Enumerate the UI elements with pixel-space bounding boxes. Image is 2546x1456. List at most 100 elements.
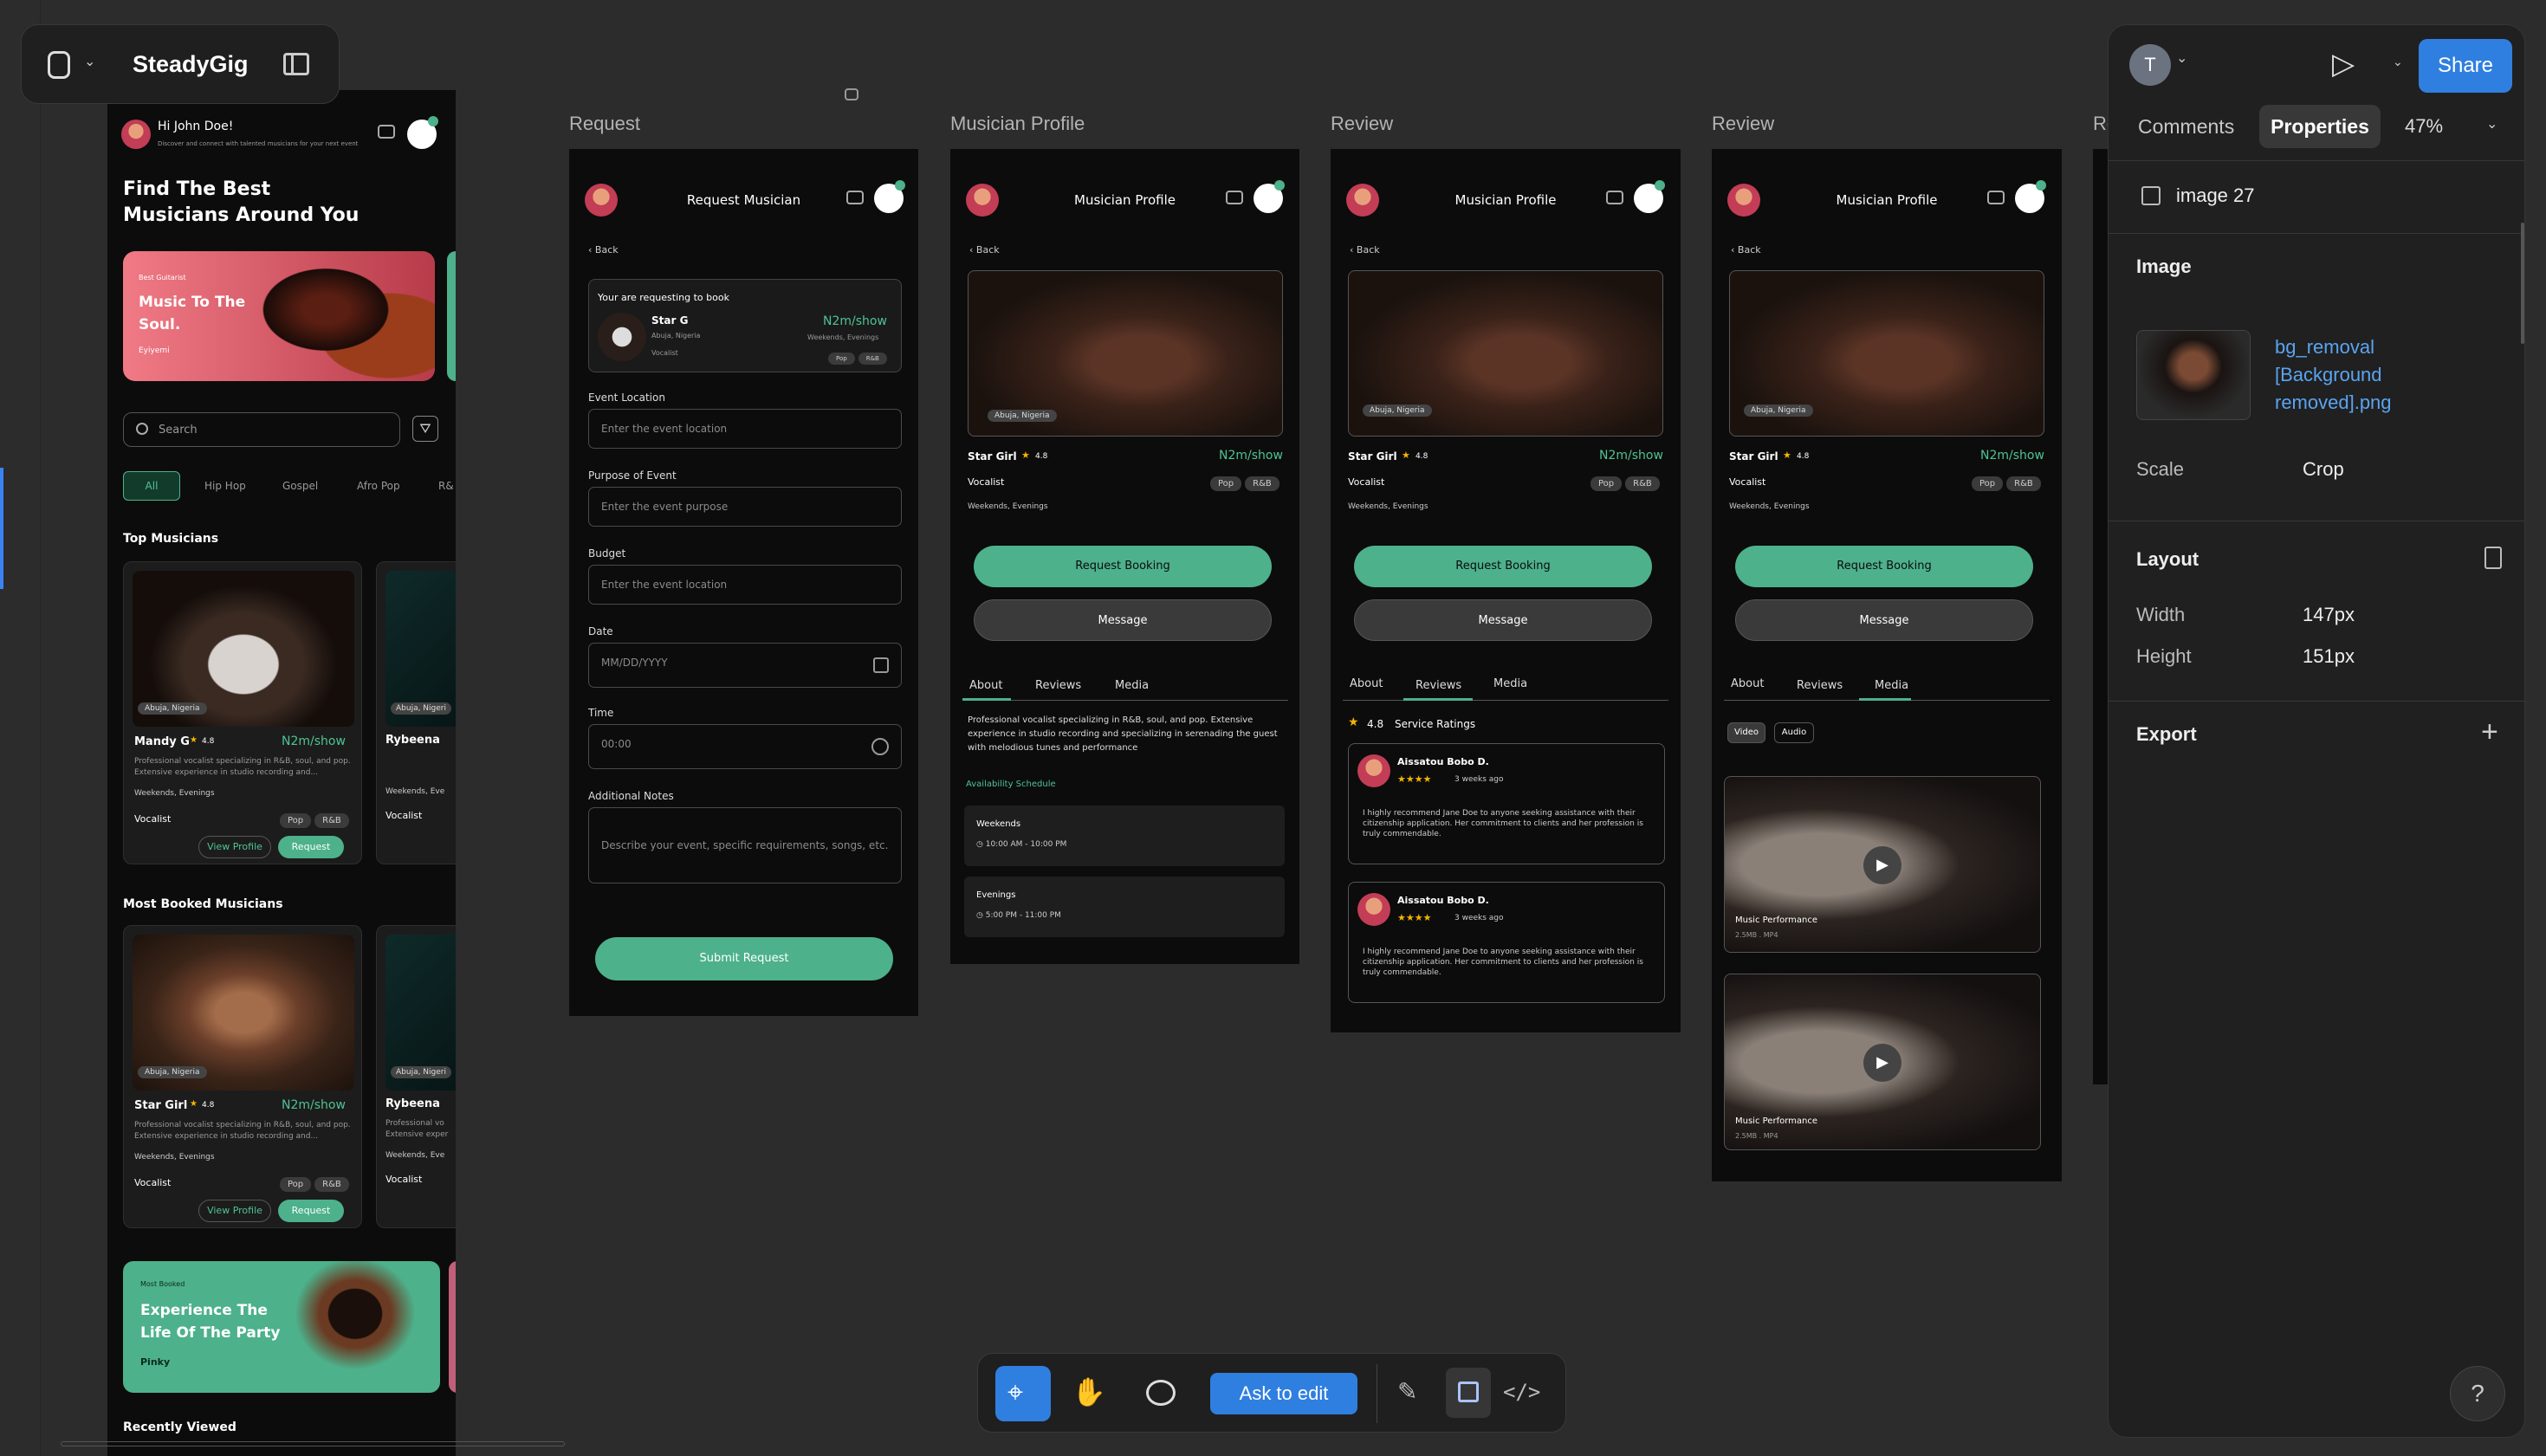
chevron-down-icon[interactable]: ⌄	[2486, 115, 2497, 133]
hero-card-next[interactable]	[449, 1261, 456, 1393]
tab-about[interactable]: About	[969, 679, 1002, 692]
chat-icon[interactable]	[378, 125, 395, 139]
sidebar-toggle-icon[interactable]	[283, 53, 309, 75]
frame-label[interactable]: Request	[569, 113, 640, 135]
file-name[interactable]: SteadyGig	[133, 51, 249, 78]
profile-frame-media[interactable]: Musician Profile ‹ Back Abuja, Nigeria S…	[1712, 149, 2062, 1181]
musician-card[interactable]: Abuja, Nigeri Rybeena Weekends, Eve Voca…	[376, 561, 456, 864]
code-icon[interactable]: </>	[1503, 1376, 1540, 1407]
share-button[interactable]: Share	[2419, 39, 2512, 93]
avatar[interactable]	[121, 120, 151, 149]
request-booking-button[interactable]: Request Booking	[1354, 546, 1652, 587]
request-button[interactable]: Request	[278, 1200, 344, 1222]
chip-all[interactable]: All	[123, 471, 180, 501]
image-file-link[interactable]: bg_removal [Background removed].png	[2275, 333, 2465, 417]
musician-card[interactable]: Abuja, Nigeria Star Girl ★ 4.8 N2m/show …	[123, 925, 362, 1228]
tab-media[interactable]: Media	[1875, 679, 1908, 692]
add-export-icon[interactable]: +	[2481, 715, 2498, 749]
tab-about[interactable]: About	[1350, 677, 1383, 690]
comment-tool-icon[interactable]	[1146, 1380, 1176, 1406]
chat-icon[interactable]	[1606, 191, 1623, 204]
musician-card[interactable]: Abuja, Nigeria Mandy G ★ 4.8 N2m/show Pr…	[123, 561, 362, 864]
search-input[interactable]: Search	[123, 412, 400, 447]
back-button[interactable]: ‹ Back	[969, 244, 1000, 256]
chip-video[interactable]: Video	[1727, 722, 1765, 743]
design-canvas[interactable]: Hi John Doe! Discover and connect with t…	[0, 0, 2546, 1456]
chevron-down-icon[interactable]: ⌄	[84, 53, 95, 70]
message-button[interactable]: Message	[974, 599, 1272, 641]
draw-tool-icon[interactable]: ✎	[1397, 1376, 1417, 1407]
budget-field[interactable]: Enter the event location	[588, 565, 902, 605]
chat-icon[interactable]	[1226, 191, 1243, 204]
dev-inspect-tool[interactable]	[1446, 1368, 1491, 1418]
frame-label[interactable]: Review	[1712, 113, 1774, 135]
message-button[interactable]: Message	[1735, 599, 2033, 641]
move-tool[interactable]: ⌖	[995, 1366, 1051, 1421]
tab-comments[interactable]: Comments	[2138, 115, 2234, 139]
view-profile-button[interactable]: View Profile	[198, 1200, 271, 1222]
frame-label[interactable]: Review	[1331, 113, 1393, 135]
back-button[interactable]: ‹ Back	[1731, 244, 1761, 256]
profile-frame-reviews[interactable]: Musician Profile ‹ Back Abuja, Nigeria S…	[1331, 149, 1681, 1032]
ask-to-edit-button[interactable]: Ask to edit	[1210, 1373, 1357, 1414]
event-purpose-field[interactable]: Enter the event purpose	[588, 487, 902, 527]
musician-card[interactable]: Abuja, Nigeri Rybeena Professional vo Ex…	[376, 925, 456, 1228]
view-profile-button[interactable]: View Profile	[198, 836, 271, 858]
height-field[interactable]: 151px	[2303, 645, 2355, 668]
chip-rnb[interactable]: R&	[438, 480, 454, 492]
chip-audio[interactable]: Audio	[1774, 722, 1814, 743]
tab-reviews[interactable]: Reviews	[1797, 679, 1843, 692]
notes-textarea[interactable]: Describe your event, specific requiremen…	[588, 807, 902, 883]
comment-pin-icon[interactable]	[845, 88, 858, 100]
scale-select[interactable]: Crop	[2303, 458, 2344, 481]
tab-about[interactable]: About	[1731, 677, 1764, 690]
chat-icon[interactable]	[846, 191, 864, 204]
calendar-icon[interactable]	[873, 657, 889, 673]
tab-media[interactable]: Media	[1115, 679, 1149, 692]
play-icon[interactable]: ▷	[2332, 49, 2355, 79]
media-item[interactable]: ▶ Music Performance 2.5MB . MP4	[1724, 974, 2041, 1150]
back-button[interactable]: ‹ Back	[588, 244, 619, 256]
home-frame[interactable]: Hi John Doe! Discover and connect with t…	[107, 90, 456, 1456]
frame-label[interactable]: Musician Profile	[950, 113, 1085, 135]
request-button[interactable]: Request	[278, 836, 344, 858]
time-field[interactable]: 00:00	[588, 724, 902, 769]
chevron-down-icon[interactable]: ⌄	[2393, 55, 2403, 69]
event-location-field[interactable]: Enter the event location	[588, 409, 902, 449]
tab-reviews[interactable]: Reviews	[1416, 679, 1461, 692]
tab-media[interactable]: Media	[1493, 677, 1527, 690]
width-field[interactable]: 147px	[2303, 604, 2355, 626]
chip-gospel[interactable]: Gospel	[282, 480, 318, 492]
back-button[interactable]: ‹ Back	[1350, 244, 1380, 256]
tab-reviews[interactable]: Reviews	[1035, 679, 1081, 692]
user-avatar[interactable]: T	[2129, 44, 2171, 86]
hero-card[interactable]: Most Booked Experience The Life Of The P…	[123, 1261, 440, 1393]
request-booking-button[interactable]: Request Booking	[1735, 546, 2033, 587]
media-item[interactable]: ▶ Music Performance 2.5MB . MP4	[1724, 776, 2041, 953]
message-button[interactable]: Message	[1354, 599, 1652, 641]
filter-icon[interactable]: ⛛	[412, 416, 438, 442]
hero-card[interactable]: Best Guitarist Music To The Soul. Eyiyem…	[123, 251, 435, 381]
chevron-down-icon[interactable]: ⌄	[2176, 49, 2187, 67]
panel-scrollbar[interactable]	[2521, 223, 2524, 344]
submit-request-button[interactable]: Submit Request	[595, 937, 893, 980]
clipboard-icon[interactable]	[2484, 547, 2502, 569]
horizontal-scrollbar[interactable]	[61, 1441, 565, 1446]
help-icon[interactable]: ?	[2450, 1366, 2505, 1421]
hero-card-next[interactable]	[447, 251, 456, 381]
profile-frame-about[interactable]: Musician Profile ‹ Back Abuja, Nigeria S…	[950, 149, 1299, 964]
chip-afropop[interactable]: Afro Pop	[357, 480, 400, 492]
play-icon[interactable]: ▶	[1863, 846, 1901, 884]
chip-hiphop[interactable]: Hip Hop	[204, 480, 246, 492]
request-frame[interactable]: Request Musician ‹ Back Your are request…	[569, 149, 918, 1016]
figma-logo-icon[interactable]	[48, 51, 70, 79]
hand-tool-icon[interactable]: ✋	[1072, 1375, 1106, 1409]
date-field[interactable]: MM/DD/YYYY	[588, 643, 902, 688]
layer-name[interactable]: image 27	[2176, 184, 2255, 207]
play-icon[interactable]: ▶	[1863, 1044, 1901, 1082]
zoom-level[interactable]: 47%	[2405, 115, 2443, 138]
clock-icon[interactable]	[871, 738, 889, 755]
request-booking-button[interactable]: Request Booking	[974, 546, 1272, 587]
image-thumbnail[interactable]	[2136, 330, 2251, 420]
tab-properties[interactable]: Properties	[2259, 105, 2381, 148]
